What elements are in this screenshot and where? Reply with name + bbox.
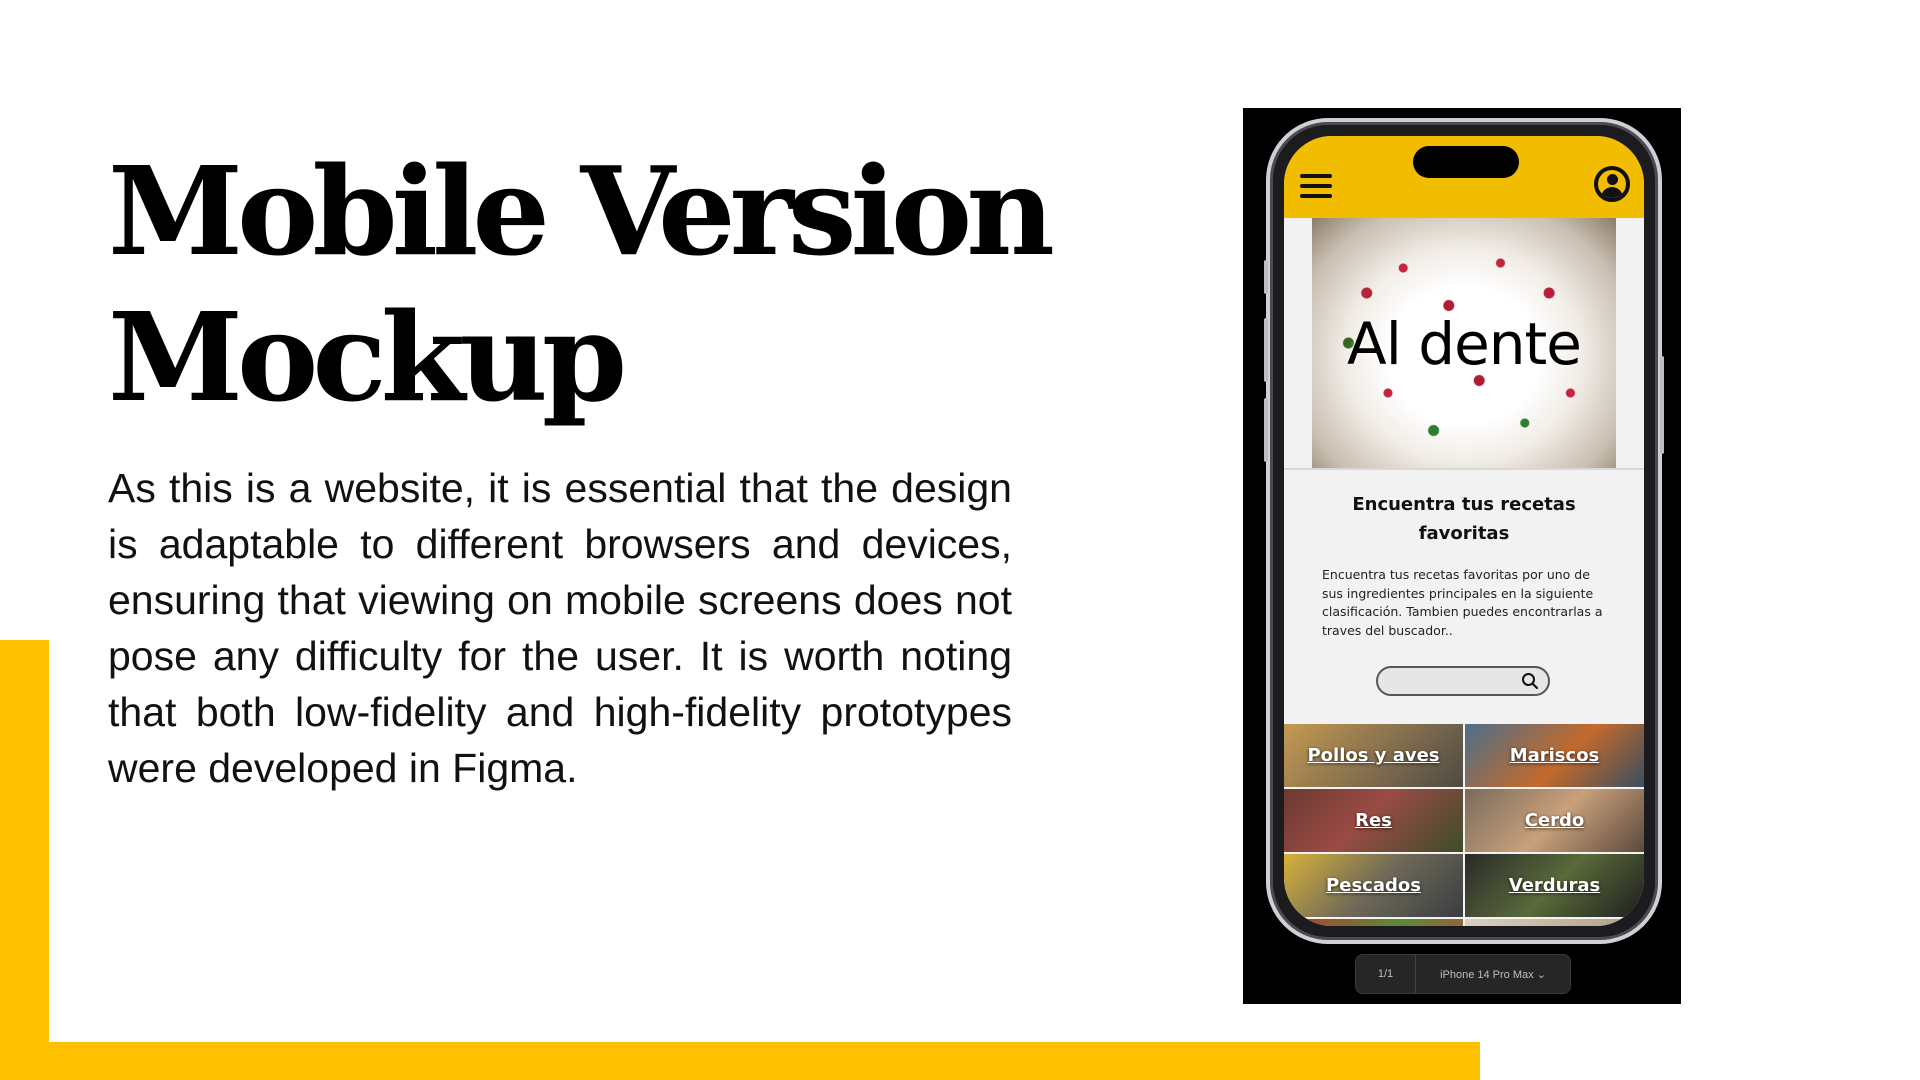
- figma-device-toolbar: 1/1 iPhone 14 Pro Max ⌄: [1355, 954, 1571, 994]
- device-name: iPhone 14 Pro Max: [1440, 968, 1534, 981]
- chevron-down-icon: ⌄: [1536, 968, 1546, 981]
- app-header: [1284, 136, 1644, 218]
- category-label: Verduras: [1508, 875, 1601, 896]
- slide-body-text: As this is a website, it is essential th…: [108, 465, 1012, 791]
- category-tile-pescados[interactable]: Pescados: [1284, 854, 1463, 917]
- category-tile-verduras[interactable]: Verduras: [1465, 854, 1644, 917]
- category-tile-partial[interactable]: [1465, 919, 1644, 926]
- accent-bar-bottom: [0, 1042, 1480, 1080]
- dynamic-island: [1413, 146, 1519, 178]
- hero-title: Al dente: [1347, 310, 1582, 378]
- hamburger-menu-icon[interactable]: [1300, 174, 1332, 198]
- category-label: Pescados: [1326, 875, 1421, 896]
- device-selector[interactable]: iPhone 14 Pro Max ⌄: [1416, 968, 1570, 981]
- slide-title: Mobile Version Mockup: [108, 138, 1055, 430]
- category-tile-pollos-y-aves[interactable]: Pollos y aves: [1284, 724, 1463, 787]
- phone-side-button: [1660, 356, 1664, 454]
- intro-section: Encuentra tus recetas favoritas Encuentr…: [1284, 468, 1644, 724]
- category-tile-partial[interactable]: [1284, 919, 1463, 926]
- category-tile-mariscos[interactable]: Mariscos: [1465, 724, 1644, 787]
- category-tile-res[interactable]: Res: [1284, 789, 1463, 852]
- category-label: Res: [1355, 810, 1392, 831]
- slide-title-line-1: Mobile Version: [108, 139, 1055, 283]
- phone-mockup: Al dente Encuentra tus recetas favoritas…: [1266, 118, 1662, 944]
- slide-title-line-2: Mockup: [108, 285, 627, 429]
- phone-side-button: [1264, 260, 1268, 294]
- figma-prototype-preview: Al dente Encuentra tus recetas favoritas…: [1243, 108, 1681, 1004]
- user-profile-icon[interactable]: [1594, 166, 1630, 202]
- category-grid: Pollos y aves Mariscos Res Cerdo Pescado…: [1284, 724, 1644, 926]
- search-icon[interactable]: [1521, 672, 1539, 690]
- phone-screen: Al dente Encuentra tus recetas favoritas…: [1284, 136, 1644, 926]
- search-input[interactable]: [1376, 666, 1550, 696]
- hero-image: Al dente: [1312, 218, 1616, 468]
- category-tile-cerdo[interactable]: Cerdo: [1465, 789, 1644, 852]
- phone-side-button: [1264, 318, 1268, 382]
- category-label: Mariscos: [1509, 745, 1600, 766]
- category-label: Pollos y aves: [1307, 745, 1440, 766]
- intro-text: Encuentra tus recetas favoritas por uno …: [1322, 567, 1603, 638]
- intro-title: Encuentra tus recetas favoritas: [1352, 494, 1576, 544]
- page-indicator[interactable]: 1/1: [1356, 955, 1416, 993]
- category-label: Cerdo: [1524, 810, 1585, 831]
- phone-side-button: [1264, 398, 1268, 462]
- accent-bar-left: [0, 640, 49, 1080]
